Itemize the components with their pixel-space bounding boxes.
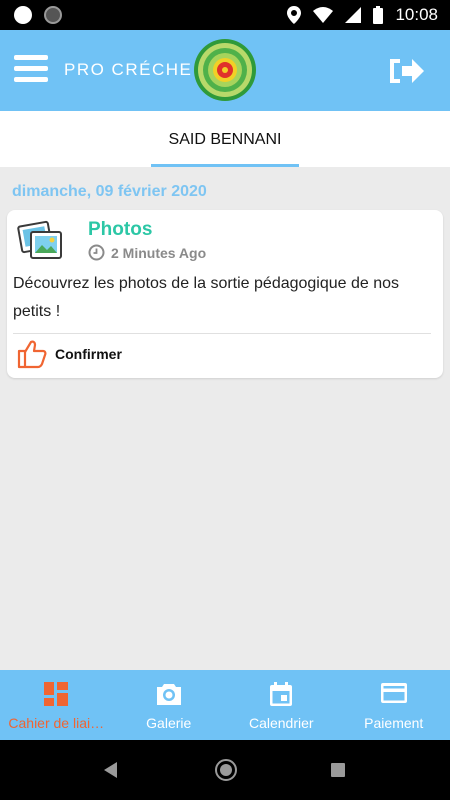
battery-icon xyxy=(373,6,384,24)
status-time: 10:08 xyxy=(395,5,438,24)
card-body-text: Découvrez les photos de la sortie pédago… xyxy=(13,275,400,320)
notification-circle-icon xyxy=(14,6,32,24)
confirm-label: Confirmer xyxy=(55,346,122,362)
status-bar: 10:08 xyxy=(0,0,450,30)
nav-cahier-de-liaison[interactable]: Cahier de liai… xyxy=(0,670,113,740)
app-header: PRO CRÉCHE xyxy=(0,30,450,111)
system-navigation-bar xyxy=(0,740,450,800)
back-icon[interactable] xyxy=(104,762,117,778)
photos-icon xyxy=(17,220,62,259)
nav-label: Galerie xyxy=(146,715,192,731)
hamburger-menu-icon[interactable] xyxy=(14,55,48,85)
card-time-text: 2 Minutes Ago xyxy=(111,244,207,261)
creche-logo xyxy=(194,39,256,101)
tab-child-name[interactable]: SAID BENNANI xyxy=(151,111,299,167)
nav-label: Paiement xyxy=(364,715,424,731)
calendar-icon xyxy=(270,682,293,706)
card-timestamp: 2 Minutes Ago xyxy=(88,244,206,261)
logout-arrow-icon[interactable] xyxy=(388,55,426,87)
feed-card: Photos 2 Minutes Ago Découvrez les photo… xyxy=(7,210,443,378)
wifi-icon xyxy=(313,7,334,23)
nav-label: Calendrier xyxy=(248,715,314,731)
clock-icon xyxy=(88,244,105,261)
child-tab-bar: SAID BENNANI xyxy=(0,111,450,167)
tab-label: SAID BENNANI xyxy=(168,131,282,148)
nav-paiement[interactable]: Paiement xyxy=(338,670,450,740)
nav-label: Cahier de liai… xyxy=(8,715,105,731)
recent-apps-icon[interactable] xyxy=(331,763,345,777)
status-icons: 10:08 xyxy=(287,0,438,30)
nav-galerie[interactable]: Galerie xyxy=(113,670,226,740)
signal-icon xyxy=(345,7,362,23)
brand-title: PRO CRÉCHE xyxy=(64,60,193,79)
dashboard-icon xyxy=(44,682,69,706)
credit-card-icon xyxy=(380,683,407,703)
feed-date: dimanche, 09 février 2020 xyxy=(12,183,207,200)
bottom-navigation: Cahier de liai… Galerie Calendrier Paiem… xyxy=(0,670,450,740)
confirm-button[interactable]: Confirmer xyxy=(17,338,122,370)
home-icon[interactable] xyxy=(215,759,237,781)
location-icon xyxy=(287,6,302,24)
notification-gear-icon xyxy=(44,6,62,24)
tab-indicator xyxy=(151,164,299,167)
camera-icon xyxy=(156,684,181,705)
card-divider xyxy=(13,333,431,334)
card-title: Photos xyxy=(88,219,153,240)
nav-calendrier[interactable]: Calendrier xyxy=(225,670,338,740)
thumbs-up-icon xyxy=(17,340,47,369)
